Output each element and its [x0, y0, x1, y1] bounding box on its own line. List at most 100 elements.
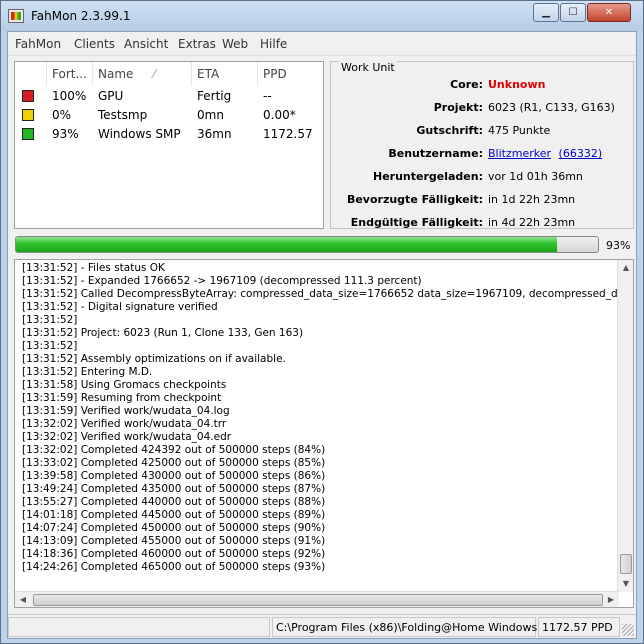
- log-line: [13:31:52] - Expanded 1766652 -> 1967109…: [22, 275, 422, 287]
- menu-bar: FahMon Clients Ansicht Extras Web Hilfe: [8, 32, 636, 56]
- horizontal-scroll-thumb[interactable]: [33, 594, 603, 606]
- log-line: [13:49:24] Completed 435000 out of 50000…: [22, 483, 326, 495]
- vertical-scrollbar[interactable]: ▲ ▼: [617, 260, 633, 592]
- scroll-up-icon[interactable]: ▲: [618, 260, 633, 276]
- scroll-left-icon[interactable]: ◀: [15, 592, 31, 607]
- sort-icon: ⁄: [153, 67, 156, 81]
- row-eta: Fertig: [197, 89, 232, 103]
- row-ppd: 0.00*: [263, 108, 296, 122]
- log-line: [13:33:02] Completed 425000 out of 50000…: [22, 457, 326, 469]
- label-core: Core:: [450, 78, 483, 91]
- label-credit: Gutschrift:: [416, 124, 483, 137]
- log-line: [13:31:52] Project: 6023 (Run 1, Clone 1…: [22, 327, 304, 339]
- log-line: [13:31:58] Using Gromacs checkpoints: [22, 379, 227, 391]
- column-progress[interactable]: Fort...: [47, 62, 93, 86]
- resize-grip-icon[interactable]: [622, 624, 634, 636]
- value-username: Blitzmerker (66332): [488, 147, 602, 160]
- label-downloaded: Heruntergeladen:: [373, 170, 483, 183]
- log-line: [13:31:52] Called DecompressByteArray: c…: [22, 288, 634, 300]
- log-line: [13:39:58] Completed 430000 out of 50000…: [22, 470, 326, 482]
- row-progress: 93%: [52, 127, 79, 141]
- log-line: [14:07:24] Completed 450000 out of 50000…: [22, 522, 326, 534]
- minimize-icon: ▁: [542, 7, 550, 18]
- status-bar: C:\Program Files (x86)\Folding@Home Wind…: [8, 614, 636, 638]
- menu-ansicht[interactable]: Ansicht: [124, 37, 168, 51]
- window-title: FahMon 2.3.99.1: [31, 9, 131, 23]
- title-bar[interactable]: FahMon 2.3.99.1 ▁ ☐ ✕: [1, 1, 643, 31]
- value-core: Unknown: [488, 78, 546, 91]
- status-indicator-icon: [22, 128, 34, 140]
- log-line: [13:31:52] - Files status OK: [22, 262, 165, 274]
- log-line: [13:55:27] Completed 440000 out of 50000…: [22, 496, 326, 508]
- column-ppd[interactable]: PPD: [258, 62, 323, 86]
- value-preferred-deadline: in 1d 22h 23mn: [488, 193, 576, 206]
- row-name: Windows SMP: [98, 127, 181, 141]
- log-line: [14:18:36] Completed 460000 out of 50000…: [22, 548, 326, 560]
- client-area: FahMon Clients Ansicht Extras Web Hilfe …: [7, 31, 637, 639]
- value-downloaded: vor 1d 01h 36mn: [488, 170, 583, 183]
- log-line: [13:31:59] Verified work/wudata_04.log: [22, 405, 230, 417]
- column-name-label: Name: [98, 67, 134, 81]
- vertical-scroll-thumb[interactable]: [620, 554, 632, 574]
- menu-clients[interactable]: Clients: [74, 37, 115, 51]
- label-project: Projekt:: [433, 101, 483, 114]
- scroll-down-icon[interactable]: ▼: [618, 576, 633, 592]
- menu-extras[interactable]: Extras: [178, 37, 216, 51]
- log-line: [13:32:02] Verified work/wudata_04.edr: [22, 431, 232, 443]
- log-line: [13:31:52] - Digital signature verified: [22, 301, 218, 313]
- row-name: Testsmp: [98, 108, 148, 122]
- row-name: GPU: [98, 89, 124, 103]
- log-line: [13:32:02] Verified work/wudata_04.trr: [22, 418, 227, 430]
- log-line: [14:01:18] Completed 445000 out of 50000…: [22, 509, 326, 521]
- clients-table: Fort... Name ⁄ ETA PPD 100% GPU Fertig -…: [14, 61, 324, 229]
- username-link[interactable]: Blitzmerker: [488, 147, 551, 160]
- progress-percent: 93%: [606, 239, 631, 252]
- table-row[interactable]: 100% GPU Fertig --: [15, 87, 323, 106]
- status-indicator-icon: [22, 90, 34, 102]
- scroll-right-icon[interactable]: ▶: [603, 592, 619, 607]
- row-ppd: --: [263, 89, 272, 103]
- label-preferred-deadline: Bevorzugte Fälligkeit:: [346, 193, 483, 206]
- row-progress: 0%: [52, 108, 72, 122]
- status-empty: [8, 617, 270, 637]
- row-ppd: 1172.57: [263, 127, 313, 141]
- status-indicator-icon: [22, 109, 34, 121]
- label-final-deadline: Endgültige Fälligkeit:: [350, 216, 483, 229]
- column-eta[interactable]: ETA: [192, 62, 258, 86]
- value-project: 6023 (R1, C133, G163): [488, 101, 615, 114]
- maximize-icon: ☐: [568, 7, 578, 18]
- column-status[interactable]: [15, 62, 47, 86]
- row-eta: 36mn: [197, 127, 232, 141]
- log-line: [14:13:09] Completed 455000 out of 50000…: [22, 535, 326, 547]
- horizontal-scrollbar[interactable]: ◀ ▶: [15, 591, 619, 607]
- log-line: [13:31:59] Resuming from checkpoint: [22, 392, 222, 404]
- team-link[interactable]: (66332): [559, 147, 603, 160]
- maximize-button[interactable]: ☐: [560, 3, 586, 22]
- status-path: C:\Program Files (x86)\Folding@Home Wind…: [272, 617, 537, 637]
- work-unit-panel: Work Unit Core: Unknown Projekt: 6023 (R…: [330, 61, 634, 229]
- app-icon[interactable]: [8, 9, 24, 23]
- log-panel[interactable]: [13:31:52] - Files status OK [13:31:52] -…: [14, 259, 634, 608]
- log-line: [13:32:02] Completed 424392 out of 50000…: [22, 444, 326, 456]
- status-ppd: 1172.57 PPD: [538, 617, 620, 637]
- value-credit: 475 Punkte: [488, 124, 551, 137]
- log-line: [13:31:52] Entering M.D.: [22, 366, 153, 378]
- log-line: [14:24:26] Completed 465000 out of 50000…: [22, 561, 326, 573]
- column-name[interactable]: Name ⁄: [93, 62, 192, 86]
- log-line: [13:31:52]: [22, 314, 78, 326]
- menu-web[interactable]: Web: [222, 37, 248, 51]
- table-row[interactable]: 93% Windows SMP 36mn 1172.57: [15, 125, 323, 144]
- menu-hilfe[interactable]: Hilfe: [260, 37, 287, 51]
- close-button[interactable]: ✕: [587, 3, 631, 22]
- work-unit-title: Work Unit: [339, 61, 397, 74]
- log-line: [13:31:52] Assembly optimizations on if …: [22, 353, 286, 365]
- progress-bar-fill: [16, 237, 558, 252]
- log-line: [13:31:52]: [22, 340, 78, 352]
- row-progress: 100%: [52, 89, 87, 103]
- app-window: FahMon 2.3.99.1 ▁ ☐ ✕ FahMon Clients Ans…: [0, 0, 644, 644]
- progress-bar: [15, 236, 599, 253]
- minimize-button[interactable]: ▁: [533, 3, 559, 22]
- menu-fahmon[interactable]: FahMon: [15, 37, 61, 51]
- value-final-deadline: in 4d 22h 23mn: [488, 216, 576, 229]
- table-row[interactable]: 0% Testsmp 0mn 0.00*: [15, 106, 323, 125]
